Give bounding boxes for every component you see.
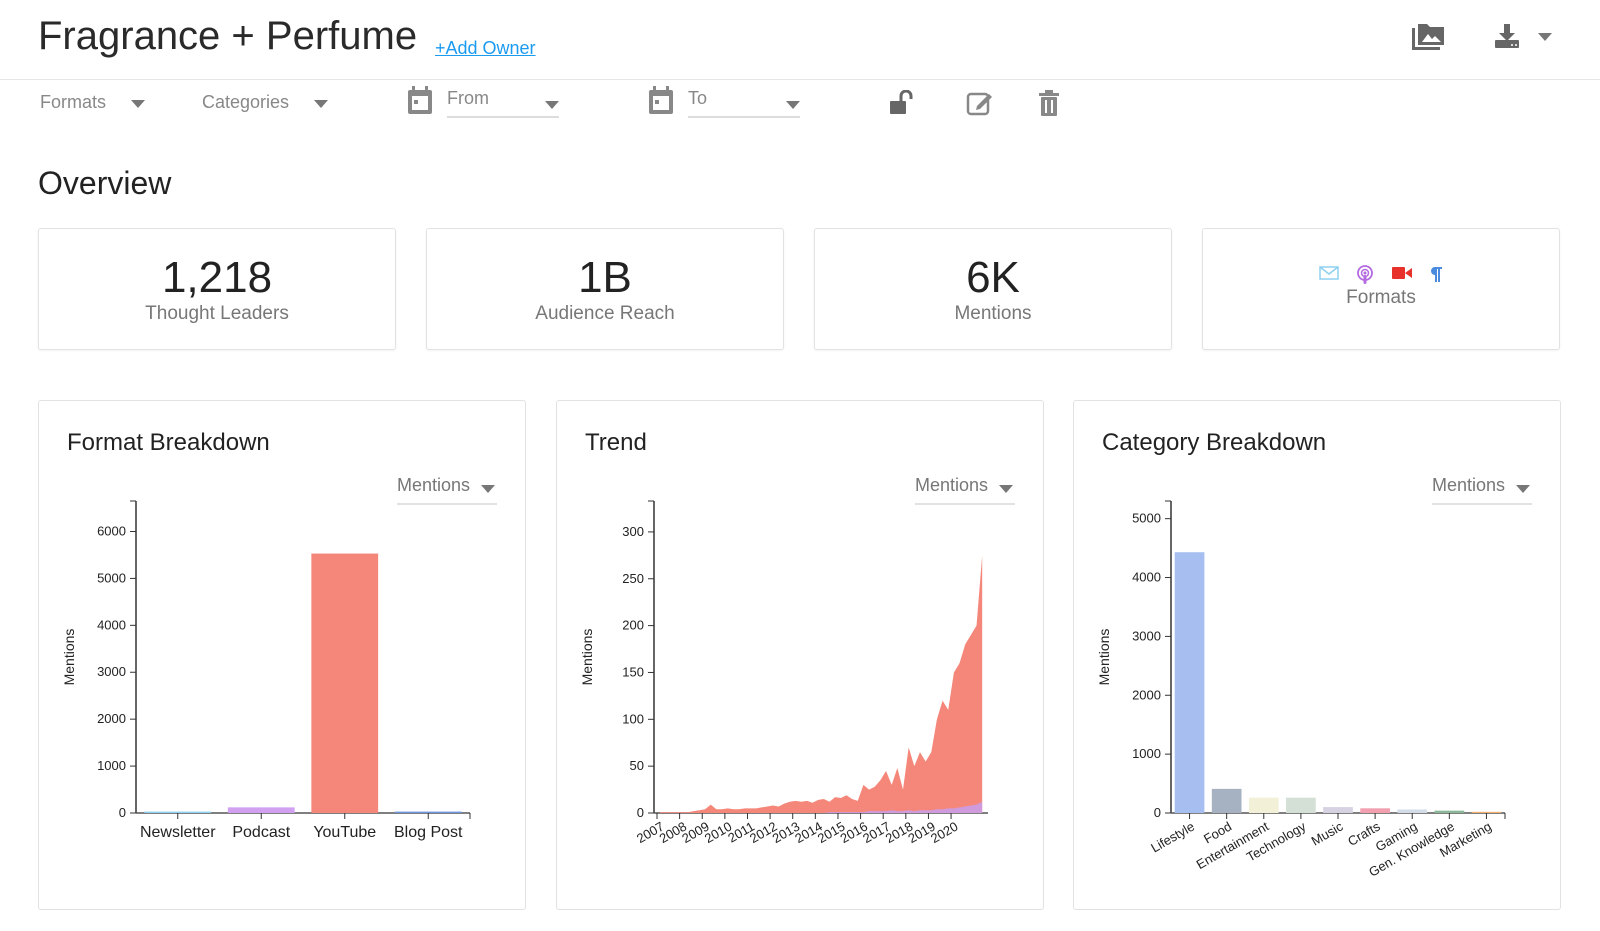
stat-label: Audience Reach <box>535 303 675 324</box>
y-axis-label: Mentions <box>579 629 595 686</box>
y-axis-label: Mentions <box>61 629 77 686</box>
chevron-down-icon <box>314 100 329 108</box>
x-tick-label: Blog Post <box>394 824 463 841</box>
mail-icon <box>1319 266 1339 280</box>
category-breakdown-chart: 010002000300040005000MentionsLifestyle Fo… <box>1096 500 1506 880</box>
stat-value: 1B <box>578 253 632 302</box>
download-icon[interactable] <box>1492 22 1524 50</box>
format-breakdown-chart: 0 1000 2000 3000 4000 5000 6000 Mentions Newslet… <box>61 500 471 841</box>
y-tick-label: 1000 <box>97 758 126 773</box>
y-tick-label: 250 <box>622 571 644 586</box>
bar-marketing <box>1471 811 1502 813</box>
y-tick-label: 0 <box>119 805 126 820</box>
stat-label: Mentions <box>954 303 1032 324</box>
bar-gaming <box>1397 809 1428 813</box>
y-tick-label: 2000 <box>1132 687 1161 702</box>
gallery-icon[interactable] <box>1410 22 1448 52</box>
stat-label: Formats <box>1346 287 1416 308</box>
y-tick-label: 100 <box>622 711 644 726</box>
lock-open-icon[interactable] <box>888 90 918 116</box>
x-tick-label: 2020 <box>928 819 961 846</box>
chevron-down-icon[interactable] <box>1538 33 1552 41</box>
y-axis-label: Mentions <box>1096 629 1112 686</box>
y-tick-label: 300 <box>622 524 644 539</box>
calendar-icon[interactable] <box>406 86 434 116</box>
x-tick-label: Lifestyle <box>1148 819 1197 856</box>
trash-icon[interactable] <box>1037 90 1061 118</box>
bar-entertainment <box>1248 797 1279 813</box>
y-tick-label: 4000 <box>1132 570 1161 585</box>
x-tick-label: YouTube <box>313 824 376 841</box>
bar-gen-knowledge <box>1434 810 1465 813</box>
categories-filter[interactable]: Categories <box>202 92 329 113</box>
y-tick-label: 50 <box>630 758 644 773</box>
y-tick-label: 5000 <box>97 570 126 585</box>
y-tick-label: 4000 <box>97 617 126 632</box>
chevron-down-icon <box>131 100 146 108</box>
trend-area-series-1 <box>659 555 983 813</box>
stat-value: 1,218 <box>161 253 273 302</box>
bar-technology <box>1286 797 1316 813</box>
trend-panel: Trend Mentions 0 50 100 150 200 250 300 Mentions 2… <box>556 400 1044 910</box>
y-tick-label: 200 <box>622 618 644 633</box>
edit-icon[interactable] <box>965 89 995 117</box>
y-tick-label: 2000 <box>97 711 126 726</box>
bar-youtube <box>311 553 379 813</box>
to-date-input[interactable]: To <box>688 88 800 118</box>
y-tick-label: 150 <box>622 664 644 679</box>
bar-music <box>1323 807 1353 813</box>
podcast-icon <box>1357 265 1373 284</box>
overview-title: Overview <box>38 165 172 201</box>
from-label: From <box>447 88 489 108</box>
audience-reach-card: 1B Audience Reach <box>426 228 784 350</box>
formats-card: Formats <box>1202 228 1560 350</box>
bar-blog-post <box>394 811 462 813</box>
stat-value: 6K <box>966 253 1020 302</box>
paragraph-icon <box>1431 267 1442 282</box>
formats-filter[interactable]: Formats <box>40 92 146 113</box>
formats-label: Formats <box>40 92 107 112</box>
thought-leaders-card: 1,218 Thought Leaders <box>38 228 396 350</box>
y-tick-label: 0 <box>637 805 644 820</box>
y-tick-label: 1000 <box>1132 746 1161 761</box>
y-tick-label: 3000 <box>97 664 126 679</box>
categories-label: Categories <box>202 92 290 112</box>
bar-newsletter <box>144 811 212 813</box>
bar-lifestyle <box>1174 552 1205 813</box>
stat-label: Thought Leaders <box>145 303 289 324</box>
x-tick-label: Newsletter <box>140 824 216 841</box>
bar-food <box>1211 788 1242 813</box>
mentions-card: 6K Mentions <box>814 228 1172 350</box>
bar-podcast <box>227 807 295 813</box>
category-breakdown-panel: Category Breakdown Mentions 0 1000 2000 3000 4… <box>1073 400 1561 910</box>
y-tick-label: 5000 <box>1132 511 1161 526</box>
x-tick-label: Music <box>1309 818 1346 848</box>
to-label: To <box>688 88 708 108</box>
add-owner-link[interactable]: +Add Owner <box>435 38 536 59</box>
y-tick-label: 0 <box>1154 805 1161 820</box>
chevron-down-icon <box>545 101 559 109</box>
x-tick-label: Podcast <box>232 824 290 841</box>
trend-chart: 050100150200250300Mentions20072008200920… <box>579 500 988 846</box>
chevron-down-icon <box>786 101 800 109</box>
calendar-icon[interactable] <box>647 86 675 116</box>
y-tick-label: 3000 <box>1132 628 1161 643</box>
y-tick-label: 6000 <box>97 523 126 538</box>
format-breakdown-panel: Format Breakdown Mentions 0 1000 2000 3000 400… <box>38 400 526 910</box>
header-divider <box>0 79 1600 80</box>
page-title: Fragrance + Perfume <box>38 14 418 58</box>
video-icon <box>1392 267 1412 279</box>
bar-crafts <box>1360 808 1390 813</box>
from-date-input[interactable]: From <box>447 88 559 118</box>
